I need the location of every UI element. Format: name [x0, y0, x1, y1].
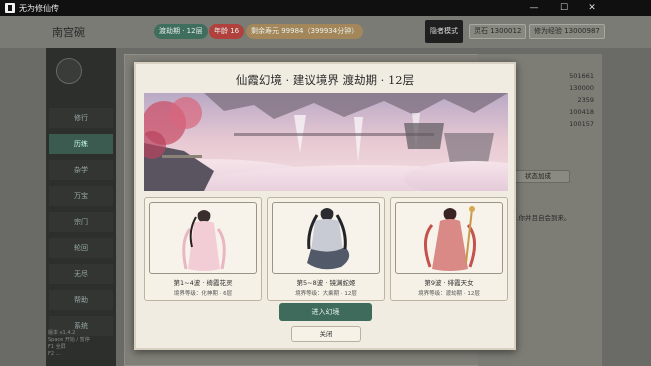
sidebar-item-reincarnation[interactable]: 轮回 — [49, 238, 113, 258]
sidebar-item-endless[interactable]: 无尽 — [49, 264, 113, 284]
hotkey-hint: F1 全屏 — [48, 344, 66, 350]
enter-dungeon-button[interactable]: 进入幻境 — [279, 303, 372, 321]
top-status-bar: 南宫碗 渡劫期 · 12层 年龄 16 剩余寿元 99984（399934分钟）… — [0, 16, 651, 48]
hermit-mode-button[interactable]: 隐者模式 — [425, 20, 463, 43]
dungeon-modal: 仙霞幻境 · 建议境界 渡劫期 · 12层 第1~4波 · 绮霞花灵 境界等级：… — [134, 62, 516, 350]
hotkey-hint: Space 开始 / 暂停 — [48, 337, 90, 343]
wave-cards: 第1~4波 · 绮霞花灵 境界等级：化神期 · 6层 第5~8波 · 镜渊蛇姬 … — [144, 197, 508, 301]
banner-landscape — [144, 93, 508, 191]
modal-title: 仙霞幻境 · 建议境界 渡劫期 · 12层 — [235, 73, 415, 87]
sidebar-item-cultivate[interactable]: 修行 — [49, 108, 113, 128]
wave-label: 第9波 · 绯霞天女 — [424, 279, 474, 287]
wave-label: 第1~4波 · 绮霞花灵 — [173, 279, 233, 287]
player-name: 南宫碗 — [52, 26, 85, 39]
app-icon — [5, 3, 15, 13]
sidebar-item-treasures[interactable]: 万宝 — [49, 186, 113, 206]
wave-realm-level: 境界等级：大乘期 · 12层 — [295, 291, 357, 297]
wave-realm-level: 境界等级：化神期 · 6层 — [173, 291, 233, 297]
cultivation-exp-counter: 修为经验 13000987 — [529, 24, 605, 39]
age-badge: 年龄 16 — [209, 24, 245, 39]
pink-fairy-icon — [149, 202, 257, 274]
window-title: 无为修仙传 — [19, 3, 59, 13]
serpent-maiden-icon — [272, 202, 380, 274]
close-modal-button[interactable]: 关闭 — [291, 326, 361, 342]
crimson-goddess-icon — [395, 202, 503, 274]
wave-card[interactable]: 第5~8波 · 镜渊蛇姬 境界等级：大乘期 · 12层 — [267, 197, 385, 301]
panel-note: …你并且自会到来。 — [512, 214, 571, 222]
sidebar-item-misc[interactable]: 杂学 — [49, 160, 113, 180]
window-titlebar: 无为修仙传 — ☐ ✕ — [0, 0, 651, 16]
sidebar: 修行 历练 杂学 万宝 宗门 轮回 无尽 帮助 系统 — [46, 48, 116, 366]
wave-card[interactable]: 第9波 · 绯霞天女 境界等级：渡劫期 · 12层 — [390, 197, 508, 301]
wave-realm-level: 境界等级：渡劫期 · 12层 — [418, 291, 480, 297]
lifespan-badge: 剩余寿元 99984（399934分钟） — [246, 24, 364, 39]
wave-label: 第5~8波 · 镜渊蛇姬 — [296, 279, 356, 287]
spirit-stone-counter: 灵石 1300012 — [469, 24, 527, 39]
sidebar-item-sect[interactable]: 宗门 — [49, 212, 113, 232]
sidebar-item-help[interactable]: 帮助 — [49, 290, 113, 310]
version-text: 版本 v1.4.2 — [48, 330, 76, 336]
dungeon-banner-image — [144, 93, 508, 191]
sidebar-item-adventure[interactable]: 历练 — [49, 134, 113, 154]
maximize-button[interactable]: ☐ — [553, 0, 575, 16]
realm-badge: 渡劫期 · 12层 — [154, 24, 208, 39]
avatar[interactable] — [56, 58, 82, 84]
wave-card[interactable]: 第1~4波 · 绮霞花灵 境界等级：化神期 · 6层 — [144, 197, 262, 301]
close-window-button[interactable]: ✕ — [581, 0, 603, 16]
hotkey-hint: F2 … — [48, 351, 61, 357]
minimize-button[interactable]: — — [523, 0, 545, 16]
